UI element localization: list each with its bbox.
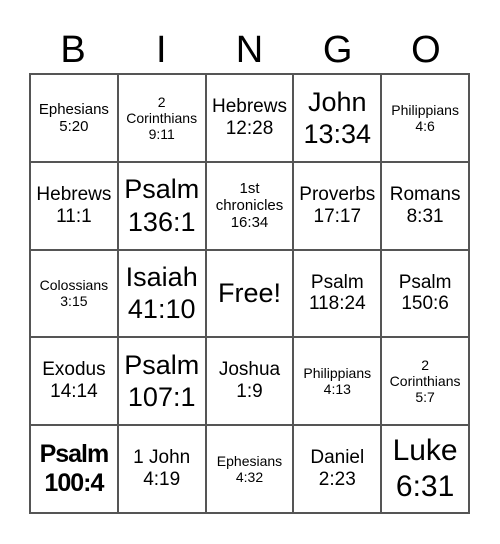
bingo-cell[interactable]: 1 John 4:19 (117, 425, 206, 513)
bingo-cell[interactable]: Psalm 150:6 (381, 249, 469, 338)
bingo-cell[interactable]: 2 Corinthians 5:7 (381, 337, 469, 426)
header-letter-b: B (60, 29, 86, 71)
header-letter-n: N (235, 29, 264, 71)
bingo-cell[interactable]: Joshua 1:9 (205, 337, 294, 426)
bingo-cell[interactable]: Exodus 14:14 (30, 337, 118, 426)
header-letter-g: G (322, 29, 353, 71)
header-letter-o: O (411, 29, 441, 71)
bingo-cell[interactable]: Hebrews 12:28 (205, 74, 294, 162)
bingo-cell[interactable]: 1st chronicles 16:34 (205, 161, 294, 250)
bingo-cell[interactable]: Ephesians 4:32 (205, 425, 294, 513)
bingo-cell[interactable]: Luke 6:31 (381, 425, 469, 513)
bingo-cell[interactable]: Psalm 136:1 (117, 161, 206, 250)
bingo-cell[interactable]: Psalm 107:1 (117, 337, 206, 426)
bingo-cell[interactable]: Psalm 118:24 (293, 249, 382, 338)
bingo-cell[interactable]: Isaiah 41:10 (117, 249, 206, 338)
bingo-cell[interactable]: Philippians 4:6 (381, 74, 469, 162)
bingo-cell[interactable]: Daniel 2:23 (293, 425, 382, 513)
bingo-card-grid: Ephesians 5:20 2 Corinthians 9:11 Hebrews … (29, 73, 470, 514)
bingo-header: B I N G O (29, 28, 470, 72)
bingo-cell[interactable]: Proverbs 17:17 (293, 161, 382, 250)
bingo-cell[interactable]: Philippians 4:13 (293, 337, 382, 426)
free-space-cell[interactable]: Free! (205, 249, 294, 338)
bingo-cell[interactable]: Hebrews 11:1 (30, 161, 118, 250)
bingo-cell[interactable]: John 13:34 (293, 74, 382, 162)
header-letter-i: I (156, 29, 167, 71)
bingo-cell[interactable]: 2 Corinthians 9:11 (117, 74, 206, 162)
bingo-cell[interactable]: Romans 8:31 (381, 161, 469, 250)
bingo-cell[interactable]: Psalm 100:4 (30, 425, 118, 513)
bingo-cell[interactable]: Ephesians 5:20 (30, 74, 118, 162)
bingo-cell[interactable]: Colossians 3:15 (30, 249, 118, 338)
